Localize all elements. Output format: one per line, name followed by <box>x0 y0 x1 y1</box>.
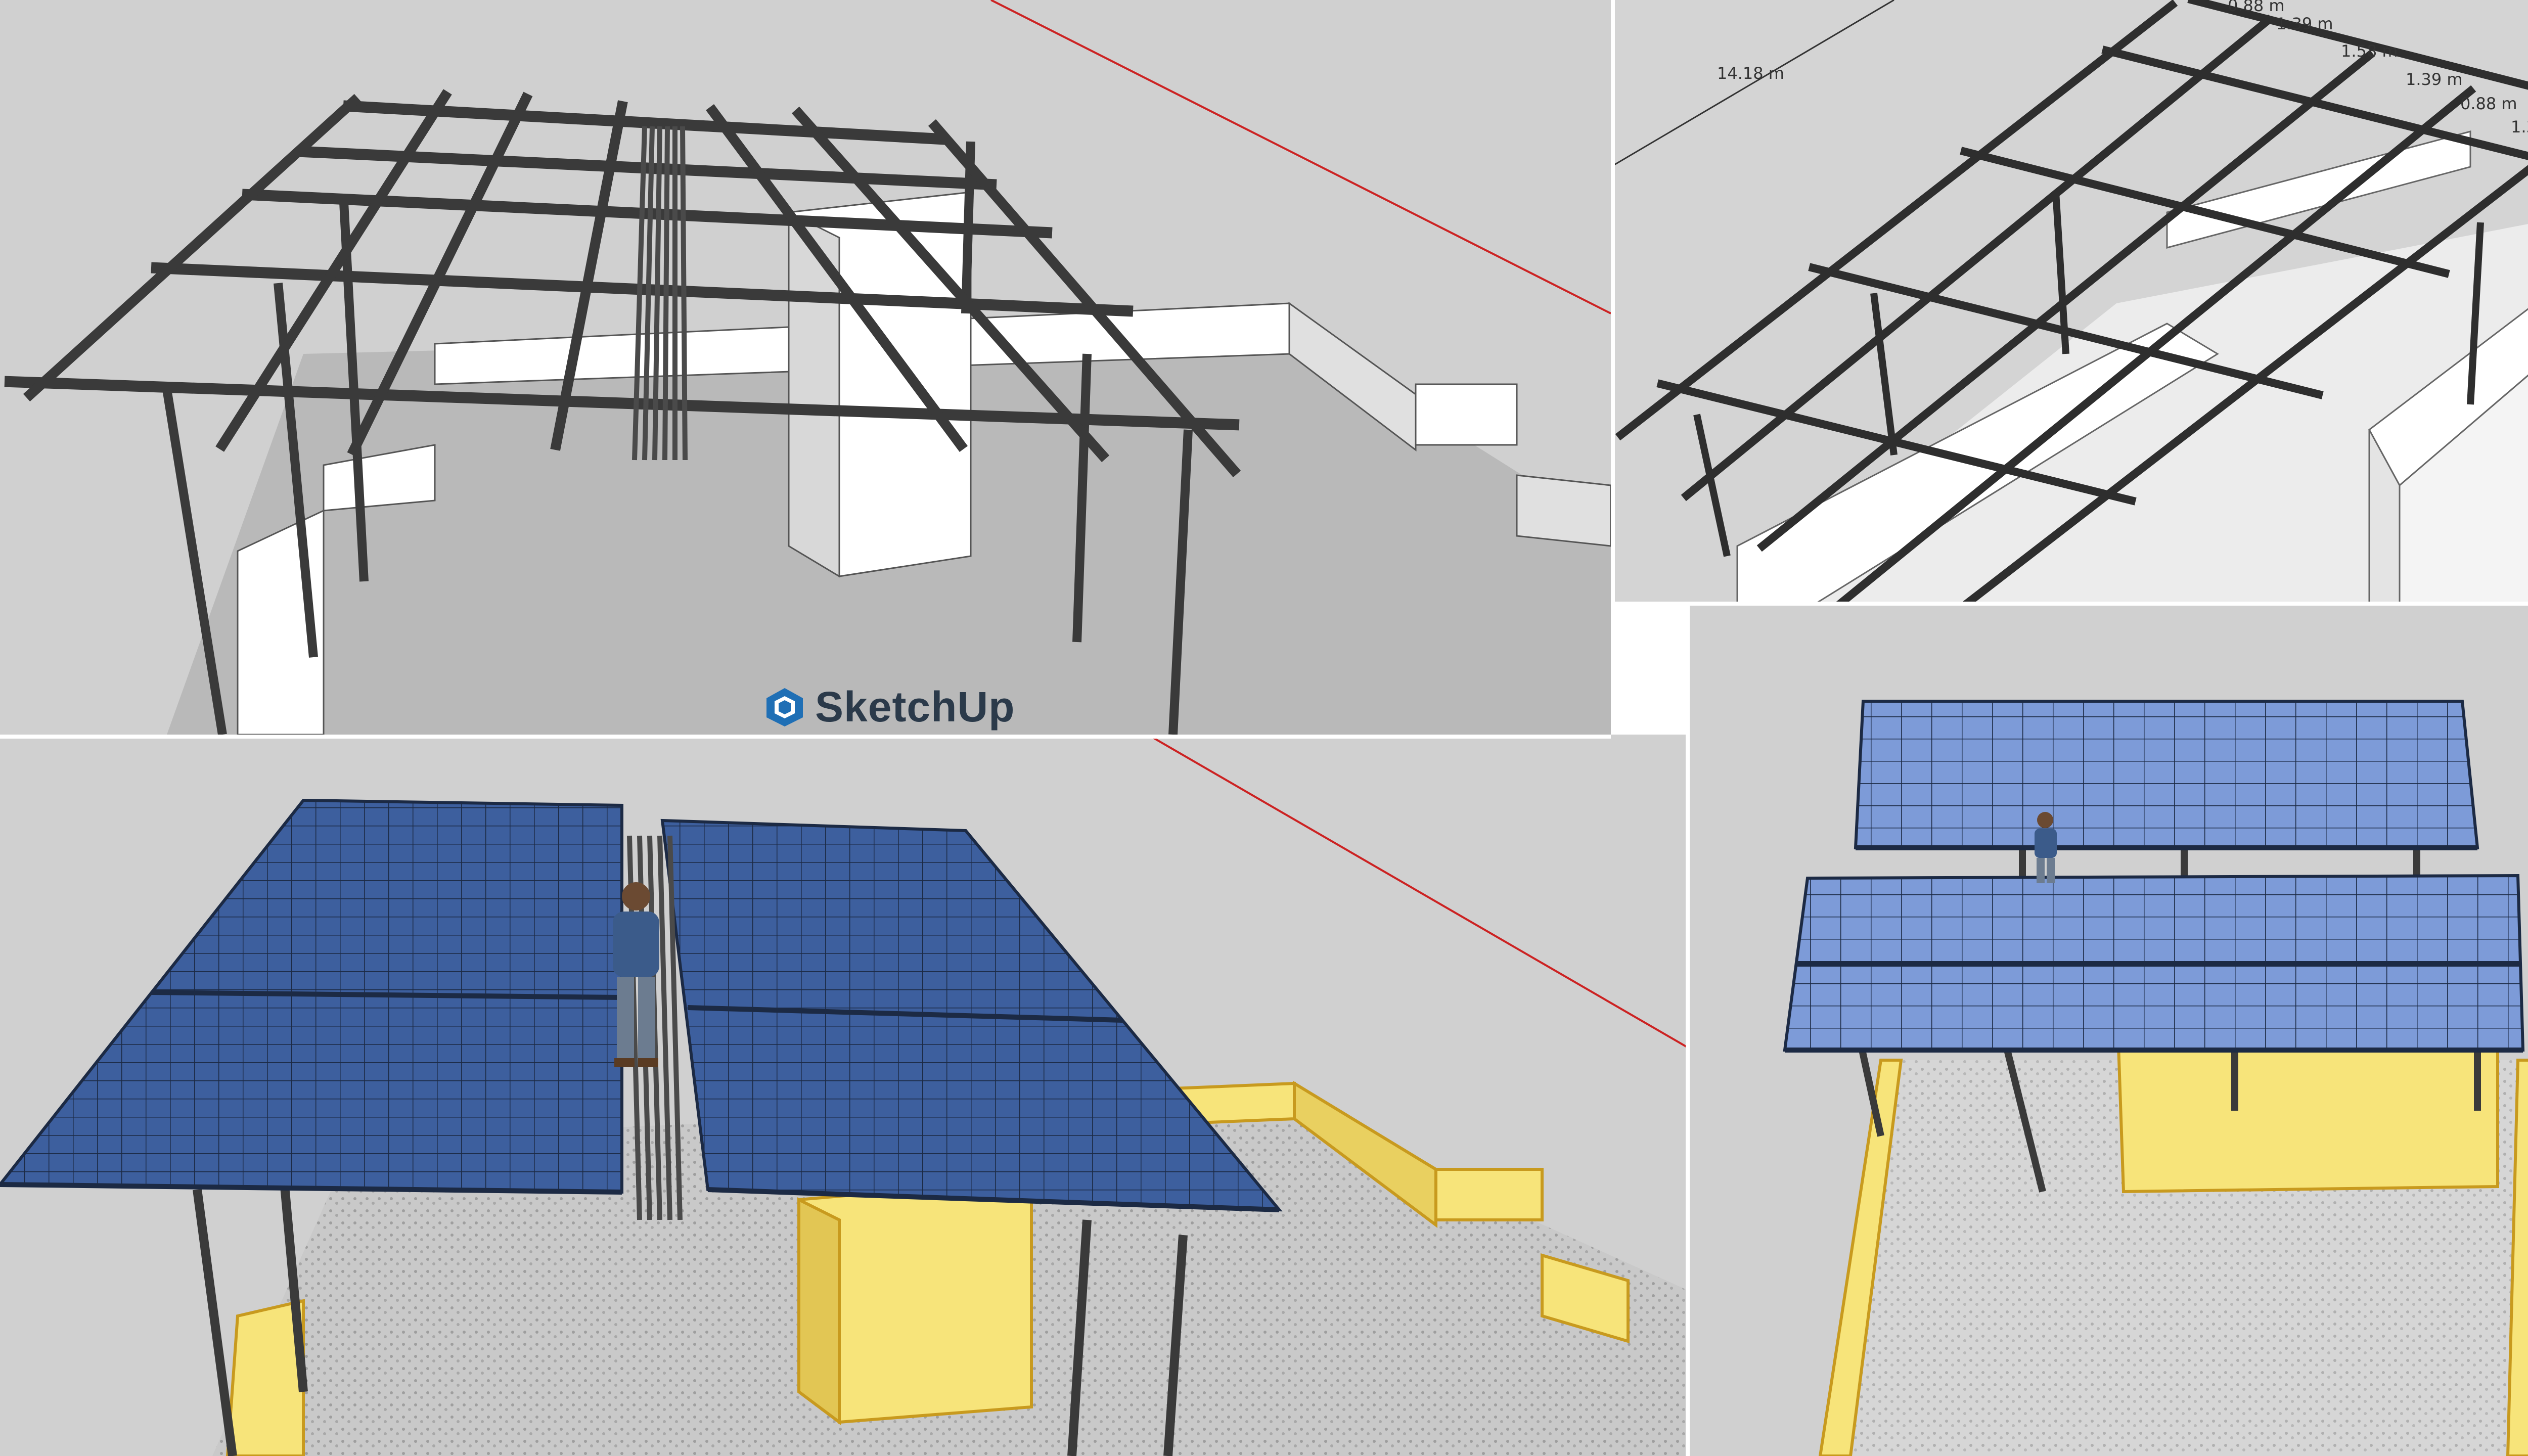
pane-divider <box>1611 602 2528 606</box>
dim-label-1: 0.88 m <box>2228 0 2285 15</box>
sketchup-logo: SketchUp <box>763 682 1015 732</box>
solar-array-rear <box>1854 700 2479 849</box>
dim-label-2: 1.39 m <box>2276 14 2333 33</box>
dim-label-6: 1.39 m <box>2511 117 2528 136</box>
panels-front-canvas[interactable] <box>1689 605 2528 1456</box>
frame-dimension-pane[interactable]: 14.18 m 0.88 m 1.39 m 1.58 m 1.39 m 0.88… <box>1611 0 2528 605</box>
panels-front-pane[interactable] <box>1689 605 2528 1456</box>
yellow-stair-box-2 <box>2116 1043 2499 1194</box>
yellow-wall <box>225 1299 305 1456</box>
sketchup-logo-text: SketchUp <box>815 683 1015 731</box>
panels-perspective-canvas[interactable] <box>0 735 1689 1456</box>
sketchup-logo-icon <box>763 686 806 729</box>
panels-perspective-pane[interactable] <box>0 735 1689 1456</box>
dim-label-5: 0.88 m <box>2460 94 2517 113</box>
dim-label-3: 1.58 m <box>2341 41 2398 61</box>
pane-divider <box>1686 605 1690 1456</box>
frame-perspective-canvas[interactable] <box>0 0 1611 735</box>
frame-dimension-canvas[interactable] <box>1611 0 2528 605</box>
pane-divider <box>0 735 1611 739</box>
dim-label-4: 1.39 m <box>2406 70 2463 89</box>
pane-divider <box>1611 0 1615 605</box>
dim-label-length: 14.18 m <box>1717 64 1784 83</box>
frame-perspective-pane[interactable]: SketchUp <box>0 0 1611 735</box>
